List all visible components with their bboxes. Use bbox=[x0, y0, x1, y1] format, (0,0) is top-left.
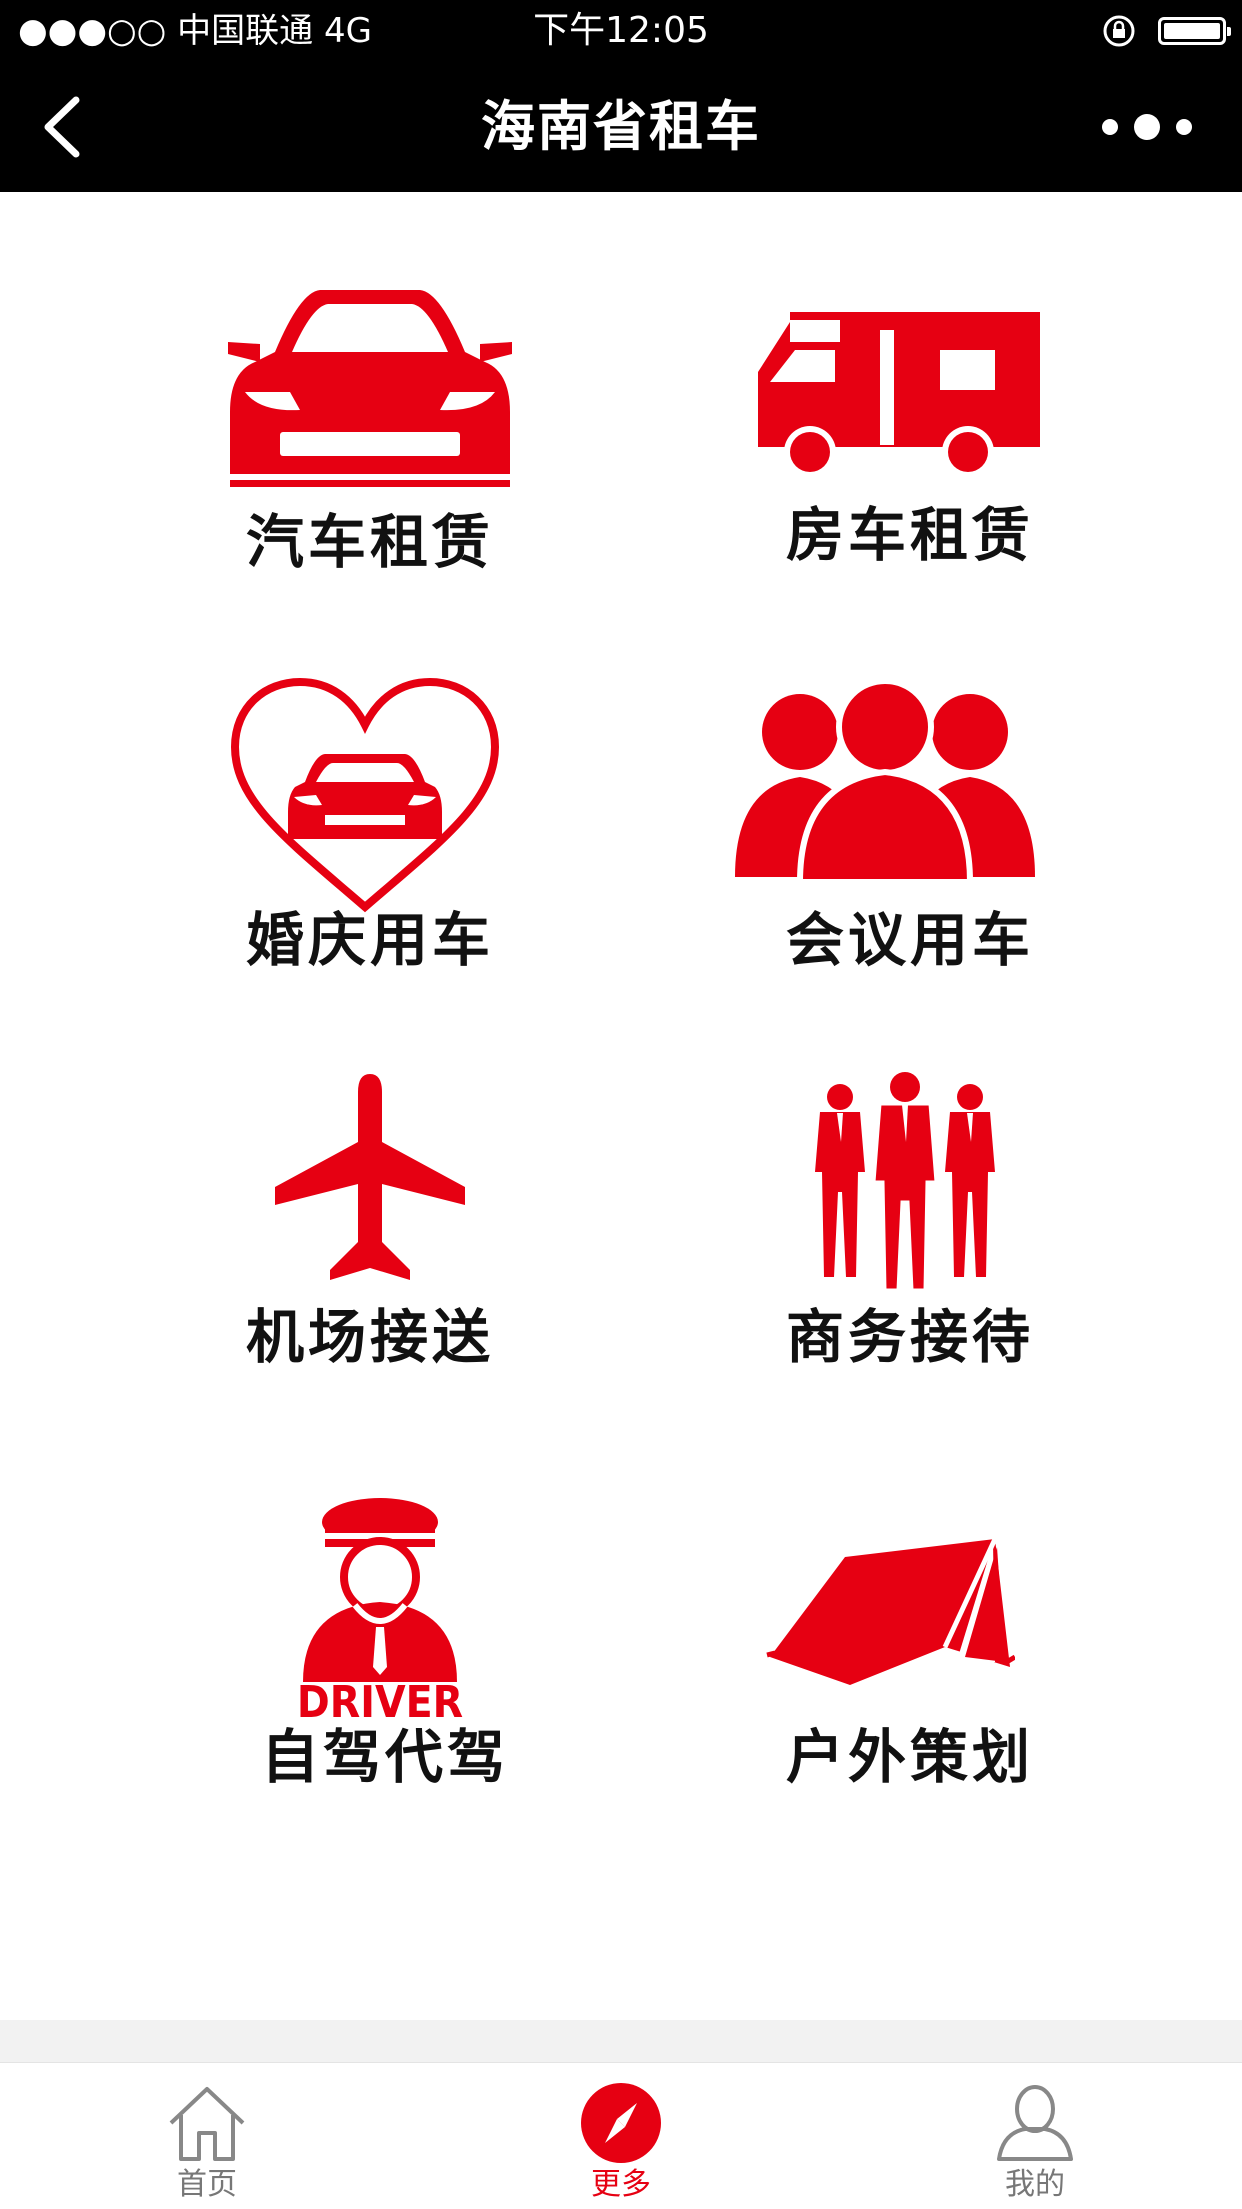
service-meeting-car[interactable]: 会议用车 bbox=[700, 677, 1120, 1007]
service-label: 机场接送 bbox=[245, 1303, 494, 1371]
compass-icon bbox=[581, 2083, 661, 2163]
airplane-icon bbox=[275, 1074, 465, 1280]
service-label: 汽车租赁 bbox=[245, 508, 494, 576]
tab-label: 我的 bbox=[1005, 2167, 1065, 2202]
battery-icon bbox=[1158, 17, 1231, 45]
service-airport-transfer[interactable]: 机场接送 bbox=[160, 1072, 580, 1402]
status-time: 下午12:05 bbox=[533, 10, 709, 51]
tab-label: 更多 bbox=[591, 2167, 651, 2202]
tent-icon bbox=[766, 1537, 1015, 1685]
driver-icon: DRIVER bbox=[297, 1498, 463, 1727]
business-men-icon bbox=[815, 1072, 995, 1292]
service-label: 会议用车 bbox=[785, 906, 1034, 974]
service-label: 户外策划 bbox=[785, 1723, 1034, 1791]
service-label: 婚庆用车 bbox=[245, 906, 494, 974]
driver-icon-text: DRIVER bbox=[297, 1677, 463, 1727]
rv-camper-icon bbox=[758, 312, 1040, 478]
tabbar-separator bbox=[0, 2020, 1242, 2062]
tab-me[interactable]: 我的 bbox=[828, 2063, 1242, 2209]
service-business-reception[interactable]: 商务接待 bbox=[700, 1072, 1120, 1402]
status-right bbox=[1102, 12, 1231, 50]
tab-more[interactable]: 更多 bbox=[414, 2063, 828, 2209]
meeting-people-icon bbox=[735, 678, 1035, 885]
tab-home[interactable]: 首页 bbox=[0, 2063, 414, 2209]
service-car-rental[interactable]: 汽车租赁 bbox=[160, 282, 580, 612]
heart-car-icon bbox=[230, 677, 500, 913]
rotation-lock-icon bbox=[1103, 15, 1135, 47]
user-icon bbox=[997, 2085, 1073, 2161]
nav-bar: 海南省租车 bbox=[0, 62, 1242, 192]
service-rv-rental[interactable]: 房车租赁 bbox=[700, 282, 1120, 612]
service-label: 自驾代驾 bbox=[260, 1723, 509, 1791]
more-dots-icon[interactable] bbox=[1092, 107, 1202, 147]
service-outdoor-planning[interactable]: 户外策划 bbox=[700, 1497, 1120, 1827]
tab-bar: 首页 更多 我的 bbox=[0, 2062, 1242, 2209]
car-icon bbox=[228, 290, 512, 487]
service-grid: 汽车租赁 房车租赁 婚庆用车 会议用车 机场接送 商务接待 DRIVER 自驾代… bbox=[0, 192, 1242, 2020]
page-title: 海南省租车 bbox=[481, 95, 761, 158]
service-self-drive[interactable]: DRIVER 自驾代驾 bbox=[160, 1497, 580, 1827]
tab-label: 首页 bbox=[177, 2167, 237, 2202]
service-wedding-car[interactable]: 婚庆用车 bbox=[160, 677, 580, 1007]
service-label: 商务接待 bbox=[785, 1303, 1034, 1371]
status-bar: ●●●○○ 中国联通 4G 下午12:05 bbox=[0, 0, 1242, 62]
service-label: 房车租赁 bbox=[785, 501, 1034, 569]
home-icon bbox=[169, 2087, 245, 2161]
